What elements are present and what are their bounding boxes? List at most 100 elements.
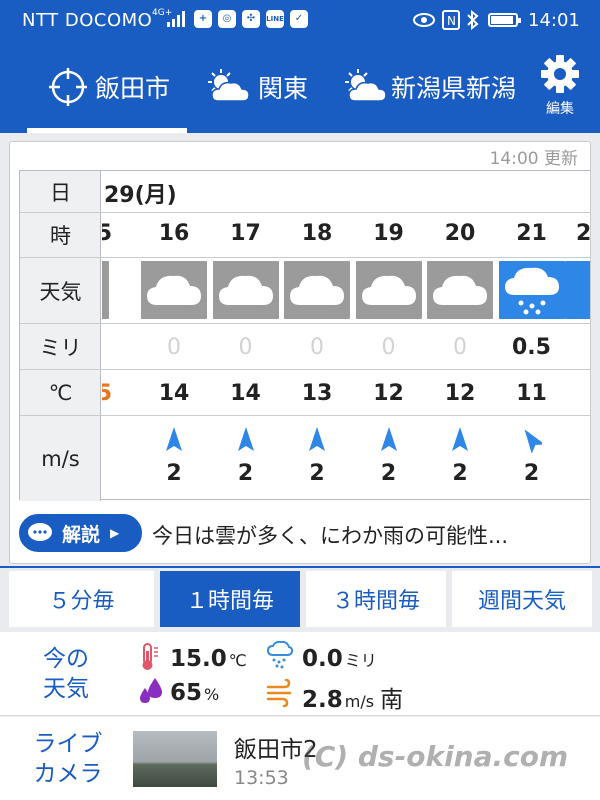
current-weather[interactable]: 今の 天気 15.0 ℃ 0.0 ミリ 65 % 2.8 m/s 南 <box>0 632 600 716</box>
wind-direction: 南 <box>380 687 404 713</box>
row-header-column: 日 時 天気 ミリ ℃ m/s <box>20 171 101 501</box>
wind-icon <box>266 678 292 708</box>
wind-arrow-icon <box>164 427 184 453</box>
temp-value: 12 <box>444 381 476 406</box>
location-crosshair-icon <box>49 67 87 106</box>
wind-value: 2 <box>237 461 254 486</box>
explanation-label: 解説 <box>62 523 101 546</box>
forecast-column-partial: 5 5 <box>102 213 112 501</box>
line-app-icon: LINE <box>266 10 284 28</box>
forecast-scroll-area[interactable]: 29(月) 5 5 160142170142180132190122200122… <box>102 171 591 501</box>
chrome-icon: ◎ <box>218 10 236 28</box>
precip-value: 0 <box>167 335 181 360</box>
date-label: 29(月) <box>104 183 177 208</box>
title-line: 天気 <box>43 676 89 702</box>
watermark: (C) ds-okina.com <box>302 740 569 773</box>
humidity-unit: % <box>204 685 220 704</box>
cloud-icon <box>284 261 350 319</box>
current-wind: 2.8 m/s 南 <box>302 680 403 714</box>
cloud-icon <box>427 261 493 319</box>
row-header-hour: 時 <box>20 213 101 258</box>
eye-icon <box>413 13 435 27</box>
title-line: ライブ <box>33 731 103 757</box>
location-tab-niigata[interactable]: 新潟県新潟 <box>345 40 523 133</box>
battery-icon <box>488 13 521 27</box>
forecast-column: 21 0.5 11 2 <box>496 213 568 501</box>
hour-label: 18 <box>301 221 333 246</box>
title-line: カメラ <box>33 761 103 787</box>
carrier-label: NTT DOCOMO <box>22 10 153 31</box>
location-tab-kanto[interactable]: 関東 <box>208 40 328 133</box>
humidity-drops-icon <box>140 678 162 703</box>
explanation-button[interactable]: 解説 ▶ <box>19 514 142 552</box>
temp-value: 5 <box>102 381 112 406</box>
forecast-column: 20 0 12 2 <box>424 213 496 501</box>
forecast-summary[interactable]: 今日は雲が多く、にわか雨の可能性... <box>152 520 508 550</box>
tab-weekly[interactable]: 週間天気 <box>452 571 592 627</box>
forecast-column: 17 0 14 2 <box>210 213 282 501</box>
cloud-icon <box>141 261 207 319</box>
temp-unit: ℃ <box>228 651 247 670</box>
forecast-column-partial: 2 <box>562 213 591 501</box>
precip-value: 0 <box>310 335 324 360</box>
hour-label: 2 <box>576 221 591 246</box>
wind-value: 2 <box>309 461 325 486</box>
title-line: 今の <box>43 646 89 672</box>
row-header-wind: m/s <box>41 446 80 471</box>
nfc-icon: N <box>442 10 460 30</box>
row-header-precip: ミリ <box>20 324 101 370</box>
wind-value: 2.8 <box>302 687 343 713</box>
interval-tabs: ５分毎 １時間毎 ３時間毎 週間天気 <box>0 566 600 630</box>
svg-text:N: N <box>447 14 456 28</box>
row-header-day: 日 <box>20 171 101 213</box>
precip-value: 0 <box>453 335 467 360</box>
sun-cloud-icon <box>208 68 250 102</box>
hour-label: 17 <box>230 221 261 246</box>
precip-value: 0 <box>381 335 396 360</box>
precip-value: 0.0 <box>302 646 343 672</box>
chevron-right-icon: ▶ <box>110 526 120 540</box>
wind-arrow-icon <box>450 427 470 453</box>
thermometer-icon <box>142 643 158 670</box>
cloud-icon <box>102 261 109 319</box>
tab-3hour[interactable]: ３時間毎 <box>306 571 446 627</box>
cloud-icon <box>212 261 279 319</box>
cloud-icon <box>355 261 422 319</box>
tab-5min[interactable]: ５分毎 <box>9 571 154 627</box>
camera-thumbnail[interactable] <box>133 731 217 787</box>
hour-label: 16 <box>158 221 190 246</box>
forecast-column: 19 0 12 2 <box>353 213 425 501</box>
forecast-column: 16 0 14 2 <box>138 213 210 501</box>
edit-settings-button[interactable]: 編集 <box>538 54 582 124</box>
hour-label: 21 <box>516 221 547 246</box>
hour-label: 5 <box>102 221 112 246</box>
gear-icon <box>541 55 579 93</box>
bluetooth-icon <box>467 10 479 30</box>
live-camera-title: ライブ カメラ <box>30 729 106 789</box>
hour-label: 20 <box>444 221 476 246</box>
current-weather-title: 今の 天気 <box>40 644 92 704</box>
current-temp: 15.0 ℃ <box>170 646 247 672</box>
temp-value: 11 <box>516 381 547 406</box>
wind-arrow-icon <box>379 427 399 453</box>
temp-value: 14 <box>230 381 261 406</box>
wind-value: 2 <box>523 461 540 486</box>
clock: 14:01 <box>528 10 580 31</box>
wind-value: 2 <box>380 461 397 486</box>
location-label: 関東 <box>258 73 309 103</box>
status-bar: NTT DOCOMO 4G+ + ◎ ✣ LINE ✓ N 14:01 <box>0 0 600 40</box>
precip-value: 0.5 <box>512 335 551 360</box>
location-label: 飯田市 <box>95 73 171 103</box>
row-header-temp: ℃ <box>20 370 101 416</box>
wind-value: 2 <box>166 461 182 486</box>
row-header-weather: 天気 <box>20 258 101 324</box>
wind-arrow-icon <box>307 427 327 453</box>
current-precip: 0.0 ミリ <box>302 646 377 672</box>
location-tab-iida[interactable]: 飯田市 <box>27 40 187 133</box>
wind-arrow-icon <box>522 427 545 454</box>
tab-hourly[interactable]: １時間毎 <box>160 571 300 627</box>
speech-bubble-icon <box>28 523 52 541</box>
temp-value: 12 <box>373 381 404 406</box>
edit-label: 編集 <box>546 101 574 117</box>
sun-cloud-icon <box>345 68 387 102</box>
